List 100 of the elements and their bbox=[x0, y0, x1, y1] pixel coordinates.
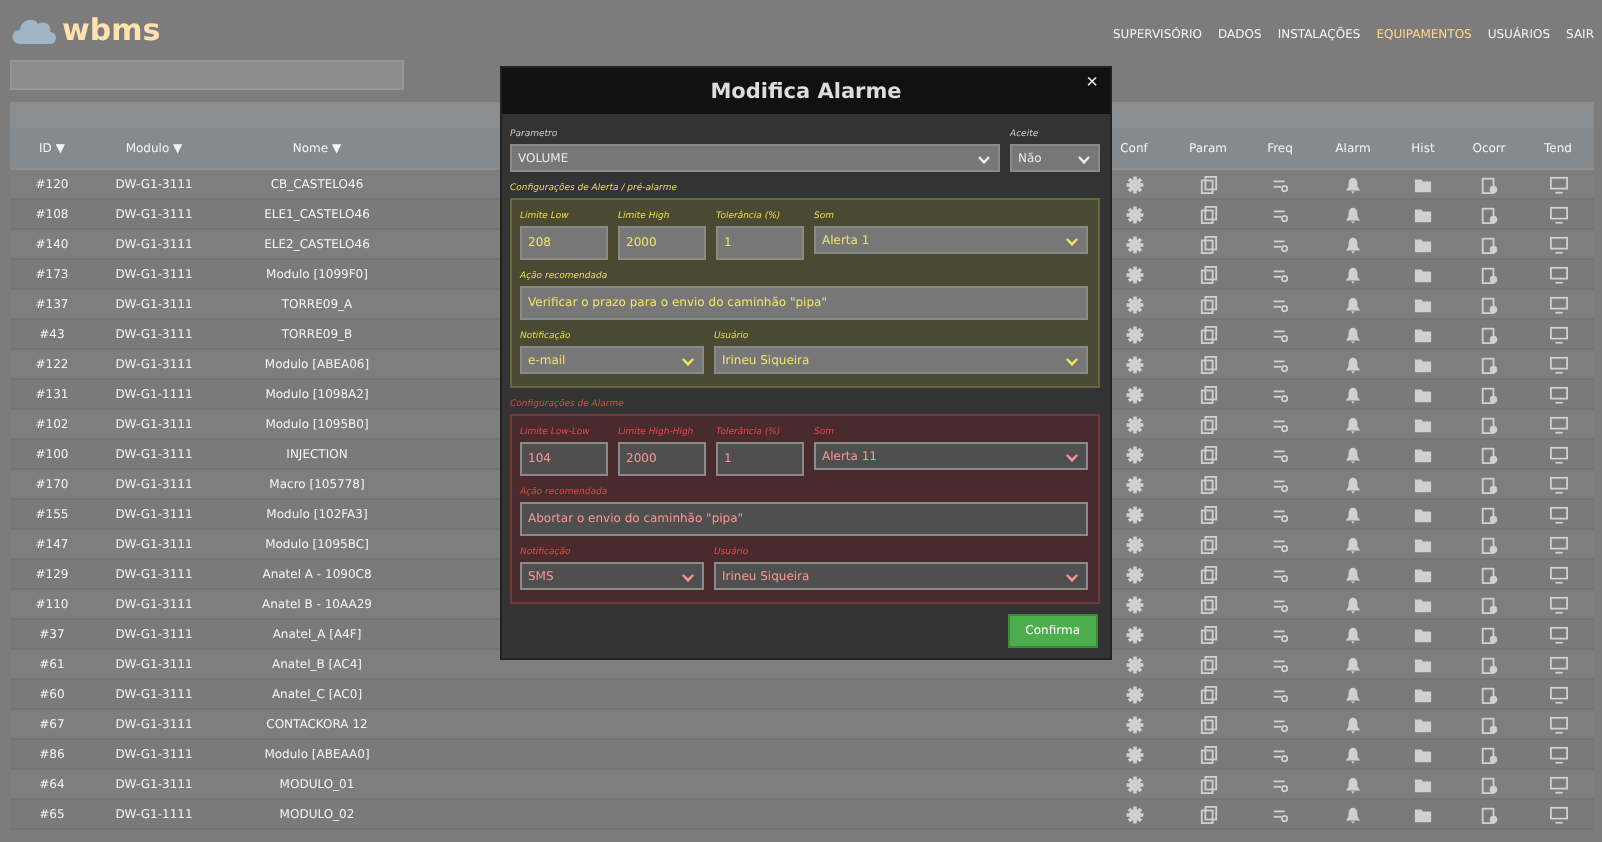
gear-icon[interactable] bbox=[1125, 535, 1143, 553]
gear-icon[interactable] bbox=[1125, 265, 1143, 283]
clipboard-icon[interactable] bbox=[1480, 175, 1498, 193]
list-icon[interactable] bbox=[1271, 535, 1289, 553]
gear-icon[interactable] bbox=[1125, 415, 1143, 433]
gear-icon[interactable] bbox=[1125, 775, 1143, 793]
clipboard-icon[interactable] bbox=[1480, 745, 1498, 763]
list-icon[interactable] bbox=[1271, 775, 1289, 793]
monitor-icon[interactable] bbox=[1549, 235, 1567, 253]
gear-icon[interactable] bbox=[1125, 745, 1143, 763]
clipboard-icon[interactable] bbox=[1480, 235, 1498, 253]
gear-icon[interactable] bbox=[1125, 625, 1143, 643]
clipboard-icon[interactable] bbox=[1480, 595, 1498, 613]
bell-icon[interactable] bbox=[1344, 235, 1362, 253]
bell-icon[interactable] bbox=[1344, 655, 1362, 673]
list-icon[interactable] bbox=[1271, 685, 1289, 703]
clipboard-icon[interactable] bbox=[1480, 295, 1498, 313]
clipboard-icon[interactable] bbox=[1480, 775, 1498, 793]
gear-icon[interactable] bbox=[1125, 655, 1143, 673]
list-icon[interactable] bbox=[1271, 235, 1289, 253]
clipboard-icon[interactable] bbox=[1480, 715, 1498, 733]
monitor-icon[interactable] bbox=[1549, 745, 1567, 763]
monitor-icon[interactable] bbox=[1549, 685, 1567, 703]
bell-icon[interactable] bbox=[1344, 685, 1362, 703]
list-icon[interactable] bbox=[1271, 265, 1289, 283]
gear-icon[interactable] bbox=[1125, 685, 1143, 703]
gear-icon[interactable] bbox=[1125, 235, 1143, 253]
list-icon[interactable] bbox=[1271, 805, 1289, 823]
list-icon[interactable] bbox=[1271, 595, 1289, 613]
gear-icon[interactable] bbox=[1125, 505, 1143, 523]
list-icon[interactable] bbox=[1271, 625, 1289, 643]
monitor-icon[interactable] bbox=[1549, 535, 1567, 553]
monitor-icon[interactable] bbox=[1549, 205, 1567, 223]
gear-icon[interactable] bbox=[1125, 325, 1143, 343]
monitor-icon[interactable] bbox=[1549, 445, 1567, 463]
bell-icon[interactable] bbox=[1344, 625, 1362, 643]
gear-icon[interactable] bbox=[1125, 385, 1143, 403]
clipboard-icon[interactable] bbox=[1480, 805, 1498, 823]
bell-icon[interactable] bbox=[1344, 715, 1362, 733]
gear-icon[interactable] bbox=[1125, 445, 1143, 463]
gear-icon[interactable] bbox=[1125, 205, 1143, 223]
list-icon[interactable] bbox=[1271, 385, 1289, 403]
bell-icon[interactable] bbox=[1344, 445, 1362, 463]
gear-icon[interactable] bbox=[1125, 595, 1143, 613]
bell-icon[interactable] bbox=[1344, 535, 1362, 553]
clipboard-icon[interactable] bbox=[1480, 205, 1498, 223]
monitor-icon[interactable] bbox=[1549, 565, 1567, 583]
clipboard-icon[interactable] bbox=[1480, 475, 1498, 493]
gear-icon[interactable] bbox=[1125, 355, 1143, 373]
clipboard-icon[interactable] bbox=[1480, 685, 1498, 703]
monitor-icon[interactable] bbox=[1549, 805, 1567, 823]
monitor-icon[interactable] bbox=[1549, 355, 1567, 373]
monitor-icon[interactable] bbox=[1549, 415, 1567, 433]
bell-icon[interactable] bbox=[1344, 325, 1362, 343]
monitor-icon[interactable] bbox=[1549, 295, 1567, 313]
monitor-icon[interactable] bbox=[1549, 655, 1567, 673]
clipboard-icon[interactable] bbox=[1480, 535, 1498, 553]
bell-icon[interactable] bbox=[1344, 565, 1362, 583]
clipboard-icon[interactable] bbox=[1480, 565, 1498, 583]
list-icon[interactable] bbox=[1271, 715, 1289, 733]
bell-icon[interactable] bbox=[1344, 175, 1362, 193]
list-icon[interactable] bbox=[1271, 175, 1289, 193]
gear-icon[interactable] bbox=[1125, 475, 1143, 493]
close-button[interactable]: × bbox=[1086, 72, 1098, 96]
monitor-icon[interactable] bbox=[1549, 175, 1567, 193]
bell-icon[interactable] bbox=[1344, 295, 1362, 313]
clipboard-icon[interactable] bbox=[1480, 655, 1498, 673]
bell-icon[interactable] bbox=[1344, 205, 1362, 223]
list-icon[interactable] bbox=[1271, 565, 1289, 583]
clipboard-icon[interactable] bbox=[1480, 415, 1498, 433]
bell-icon[interactable] bbox=[1344, 415, 1362, 433]
list-icon[interactable] bbox=[1271, 475, 1289, 493]
search-field[interactable] bbox=[10, 60, 404, 90]
gear-icon[interactable] bbox=[1125, 715, 1143, 733]
clipboard-icon[interactable] bbox=[1480, 445, 1498, 463]
clipboard-icon[interactable] bbox=[1480, 385, 1498, 403]
clipboard-icon[interactable] bbox=[1480, 505, 1498, 523]
gear-icon[interactable] bbox=[1125, 565, 1143, 583]
bell-icon[interactable] bbox=[1344, 475, 1362, 493]
monitor-icon[interactable] bbox=[1549, 625, 1567, 643]
clipboard-icon[interactable] bbox=[1480, 625, 1498, 643]
monitor-icon[interactable] bbox=[1549, 475, 1567, 493]
list-icon[interactable] bbox=[1271, 505, 1289, 523]
gear-icon[interactable] bbox=[1125, 295, 1143, 313]
clipboard-icon[interactable] bbox=[1480, 265, 1498, 283]
bell-icon[interactable] bbox=[1344, 265, 1362, 283]
bell-icon[interactable] bbox=[1344, 595, 1362, 613]
clipboard-icon[interactable] bbox=[1480, 325, 1498, 343]
monitor-icon[interactable] bbox=[1549, 715, 1567, 733]
monitor-icon[interactable] bbox=[1549, 325, 1567, 343]
gear-icon[interactable] bbox=[1125, 175, 1143, 193]
bell-icon[interactable] bbox=[1344, 355, 1362, 373]
clipboard-icon[interactable] bbox=[1480, 355, 1498, 373]
bell-icon[interactable] bbox=[1344, 805, 1362, 823]
list-icon[interactable] bbox=[1271, 415, 1289, 433]
list-icon[interactable] bbox=[1271, 445, 1289, 463]
monitor-icon[interactable] bbox=[1549, 505, 1567, 523]
list-icon[interactable] bbox=[1271, 655, 1289, 673]
list-icon[interactable] bbox=[1271, 325, 1289, 343]
monitor-icon[interactable] bbox=[1549, 385, 1567, 403]
